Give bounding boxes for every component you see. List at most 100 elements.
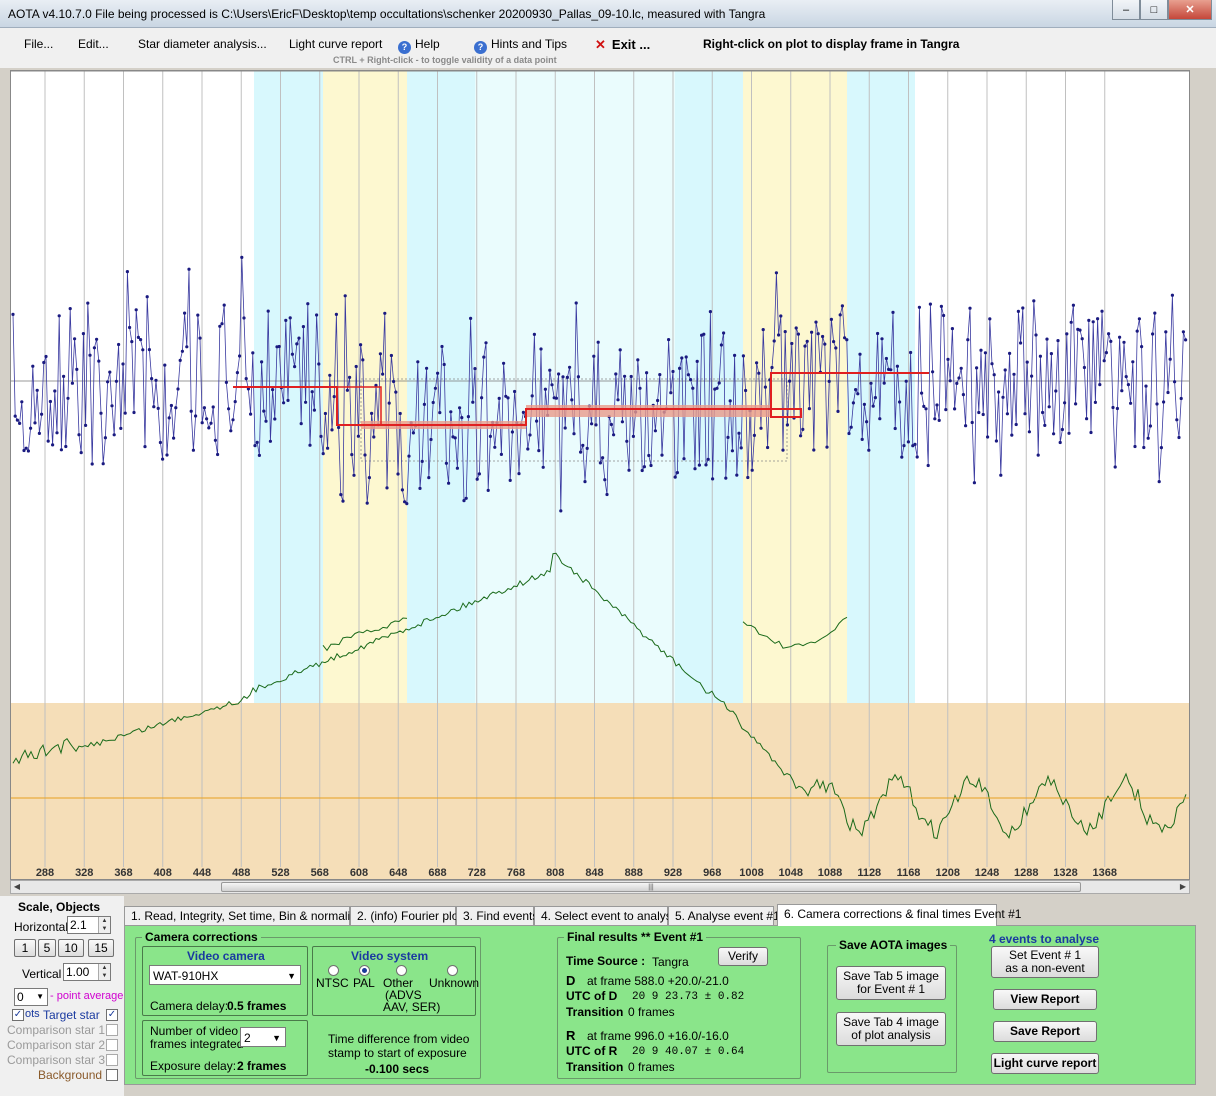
data-point[interactable] xyxy=(570,398,574,402)
data-point[interactable] xyxy=(436,371,440,375)
data-point[interactable] xyxy=(442,362,446,367)
target-star-checkbox[interactable]: ✓ xyxy=(106,1009,118,1021)
data-point[interactable] xyxy=(1107,332,1111,336)
data-point[interactable] xyxy=(425,366,429,370)
data-point[interactable] xyxy=(62,374,66,378)
data-point[interactable] xyxy=(332,395,336,399)
data-point[interactable] xyxy=(788,379,792,383)
data-point[interactable] xyxy=(161,457,165,461)
data-point[interactable] xyxy=(411,431,415,435)
data-point[interactable] xyxy=(154,378,158,382)
data-point[interactable] xyxy=(975,366,979,370)
data-point[interactable] xyxy=(207,426,211,430)
data-point[interactable] xyxy=(365,501,369,505)
data-point[interactable] xyxy=(268,439,272,443)
minimize-button[interactable]: – xyxy=(1112,0,1140,20)
data-point[interactable] xyxy=(981,412,985,417)
data-point[interactable] xyxy=(968,306,972,310)
data-point[interactable] xyxy=(1144,384,1148,388)
data-point[interactable] xyxy=(653,429,658,433)
data-point[interactable] xyxy=(1058,440,1062,445)
data-point[interactable] xyxy=(251,351,255,355)
data-point[interactable] xyxy=(625,439,629,443)
data-point[interactable] xyxy=(326,446,330,450)
data-point[interactable] xyxy=(1019,341,1023,345)
data-point[interactable] xyxy=(196,313,200,317)
data-point[interactable] xyxy=(321,452,325,456)
data-point[interactable] xyxy=(790,341,794,346)
data-point[interactable] xyxy=(695,359,699,363)
vertical-scale-spinner[interactable]: 1.00 ▲ ▼ xyxy=(63,963,111,981)
data-point[interactable] xyxy=(1124,375,1128,379)
data-point[interactable] xyxy=(832,340,836,344)
data-point[interactable] xyxy=(1001,395,1005,399)
data-point[interactable] xyxy=(543,387,548,391)
data-point[interactable] xyxy=(1054,389,1058,393)
data-point[interactable] xyxy=(447,481,451,485)
data-point[interactable] xyxy=(81,332,85,336)
data-point[interactable] xyxy=(1012,372,1016,376)
data-point[interactable] xyxy=(1093,400,1097,404)
spinner-arrows-icon[interactable]: ▲ ▼ xyxy=(98,964,110,980)
data-point[interactable] xyxy=(499,452,503,456)
data-point[interactable] xyxy=(807,407,812,411)
data-point[interactable] xyxy=(609,422,614,427)
data-point[interactable] xyxy=(592,354,596,358)
data-point[interactable] xyxy=(48,399,53,404)
save-tab4-image-button[interactable]: Save Tab 4 image of plot analysis xyxy=(836,1012,946,1046)
data-point[interactable] xyxy=(849,425,853,429)
data-point[interactable] xyxy=(891,310,895,314)
data-point[interactable] xyxy=(763,385,768,389)
data-point[interactable] xyxy=(957,376,961,380)
data-point[interactable] xyxy=(836,409,840,413)
camera-model-select[interactable]: WAT-910HX ▼ xyxy=(149,965,301,985)
data-point[interactable] xyxy=(1071,303,1075,307)
data-point[interactable] xyxy=(1129,401,1133,405)
data-point[interactable] xyxy=(352,473,356,477)
data-point[interactable] xyxy=(508,478,512,482)
data-point[interactable] xyxy=(964,424,968,428)
data-point[interactable] xyxy=(642,465,647,469)
data-point[interactable] xyxy=(772,339,776,343)
unknown-radio[interactable] xyxy=(447,965,458,976)
data-point[interactable] xyxy=(400,488,404,492)
data-point[interactable] xyxy=(730,449,735,453)
data-point[interactable] xyxy=(466,415,470,419)
data-point[interactable] xyxy=(915,455,919,459)
data-point[interactable] xyxy=(939,304,944,308)
data-point[interactable] xyxy=(726,435,730,439)
data-point[interactable] xyxy=(686,373,691,377)
data-point[interactable] xyxy=(928,302,933,306)
data-point[interactable] xyxy=(317,362,321,366)
data-point[interactable] xyxy=(1032,299,1036,303)
data-point[interactable] xyxy=(689,378,693,382)
data-point[interactable] xyxy=(1151,332,1155,336)
data-point[interactable] xyxy=(513,389,517,394)
data-point[interactable] xyxy=(92,346,96,350)
data-point[interactable] xyxy=(1065,332,1069,336)
data-point[interactable] xyxy=(711,477,715,481)
data-point[interactable] xyxy=(488,434,492,438)
tab-camera-corrections[interactable]: 6. Camera corrections & final times Even… xyxy=(777,904,1021,926)
data-point[interactable] xyxy=(673,475,677,479)
data-point[interactable] xyxy=(708,310,713,314)
data-point[interactable] xyxy=(429,437,433,442)
tab-find-events[interactable]: 3. Find events xyxy=(456,906,538,926)
data-point[interactable] xyxy=(948,379,952,383)
data-point[interactable] xyxy=(46,439,50,443)
data-point[interactable] xyxy=(583,480,587,484)
data-point[interactable] xyxy=(211,405,215,409)
data-point[interactable] xyxy=(350,453,354,457)
data-point[interactable] xyxy=(1100,309,1104,313)
data-point[interactable] xyxy=(541,465,545,469)
data-point[interactable] xyxy=(35,388,39,392)
tab-select-event[interactable]: 4. Select event to analyse xyxy=(534,906,678,926)
data-point[interactable] xyxy=(997,390,1001,394)
data-point[interactable] xyxy=(873,396,878,400)
pal-radio[interactable] xyxy=(359,965,370,976)
data-point[interactable] xyxy=(486,488,490,492)
data-point[interactable] xyxy=(706,457,710,461)
data-point[interactable] xyxy=(348,375,352,379)
menu-light-curve-report[interactable]: Light curve report xyxy=(289,37,382,51)
data-point[interactable] xyxy=(158,440,162,445)
